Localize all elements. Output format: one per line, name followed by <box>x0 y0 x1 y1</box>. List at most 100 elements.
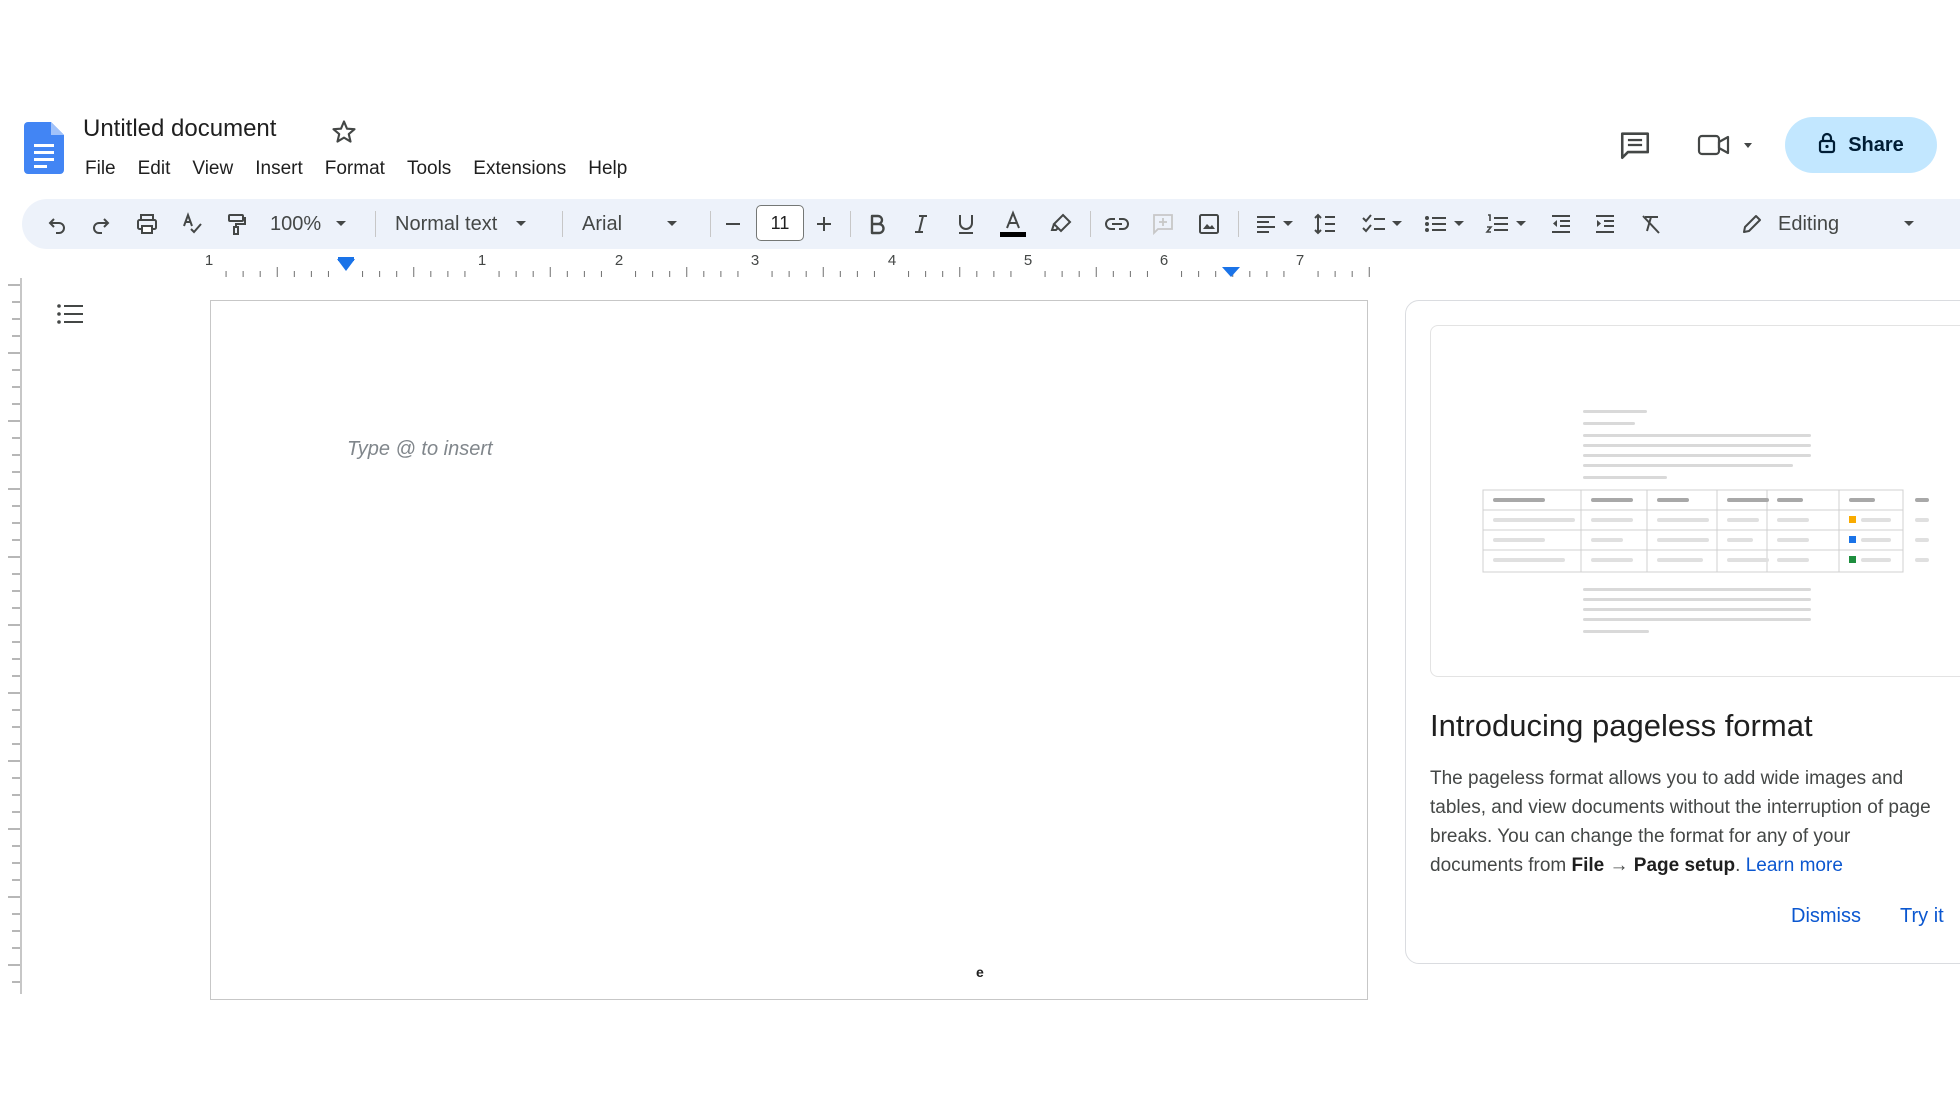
ruler-label: 5 <box>1024 252 1032 269</box>
promo-body-line: tables, and view documents without the i… <box>1430 797 1931 818</box>
undo-icon[interactable] <box>40 199 74 249</box>
text-color-icon[interactable] <box>996 199 1030 249</box>
align-left-icon <box>1257 216 1275 233</box>
toolbar-divider <box>710 211 711 237</box>
document-outline-icon[interactable] <box>56 302 84 326</box>
menu-file[interactable]: File <box>74 154 127 184</box>
chevron-down-icon <box>1903 220 1915 228</box>
right-indent-marker-icon[interactable] <box>1222 267 1240 277</box>
dismiss-button[interactable]: Dismiss <box>1791 905 1861 928</box>
try-it-button[interactable]: Try it <box>1900 905 1944 928</box>
horizontal-ruler[interactable]: 1 1 2 3 4 5 6 7 <box>0 249 1960 279</box>
toolbar-divider <box>375 211 376 237</box>
editing-mode-label: Editing <box>1778 212 1840 235</box>
ruler-label: 1 <box>205 252 213 269</box>
toolbar-divider <box>850 211 851 237</box>
promo-body-line: breaks. You can change the format for an… <box>1430 826 1851 847</box>
chevron-down-icon <box>515 220 527 228</box>
promo-arrow: → <box>1604 855 1634 876</box>
line-spacing-icon[interactable] <box>1308 199 1342 249</box>
zoom-value: 100% <box>270 212 322 235</box>
toolbar-divider <box>1238 211 1239 237</box>
print-icon[interactable] <box>130 199 164 249</box>
insert-image-icon[interactable] <box>1192 199 1226 249</box>
pageless-illustration-graphic <box>1482 410 1929 633</box>
star-icon[interactable] <box>330 118 358 146</box>
decrease-indent-icon[interactable] <box>1544 199 1578 249</box>
pageless-illustration <box>1430 325 1960 677</box>
menu-format[interactable]: Format <box>314 154 396 184</box>
chevron-down-icon <box>1392 221 1402 226</box>
promo-title: Introducing pageless format <box>1430 708 1813 743</box>
spellcheck-icon[interactable] <box>175 199 209 249</box>
menu-view[interactable]: View <box>181 154 244 184</box>
promo-body-line: The pageless format allows you to add wi… <box>1430 768 1904 789</box>
bulleted-list-icon <box>1425 216 1446 232</box>
comment-history-icon[interactable] <box>1618 128 1652 162</box>
promo-file-menu-ref: File <box>1571 855 1605 876</box>
toolbar-divider <box>562 211 563 237</box>
italic-icon[interactable] <box>904 199 938 249</box>
menu-edit[interactable]: Edit <box>127 154 182 184</box>
bulleted-list-select[interactable] <box>1418 199 1470 249</box>
chevron-down-icon <box>1516 221 1526 226</box>
learn-more-link[interactable]: Learn more <box>1746 855 1843 876</box>
menu-tools[interactable]: Tools <box>396 154 462 184</box>
ruler-label: 2 <box>615 252 623 269</box>
paragraph-style-select[interactable]: Normal text <box>395 199 545 249</box>
zoom-select[interactable]: 100% <box>270 199 360 249</box>
promo-page-setup-ref: Page setup <box>1633 855 1736 876</box>
vertical-ruler-ticks <box>8 284 20 983</box>
chevron-down-icon <box>335 220 347 228</box>
menu-bar: File Edit View Insert Format Tools Exten… <box>74 154 638 184</box>
ruler-ticks <box>225 267 1370 277</box>
docs-logo-icon[interactable] <box>24 122 64 174</box>
underline-icon[interactable] <box>949 199 983 249</box>
ruler-label: 7 <box>1296 252 1304 269</box>
align-select[interactable] <box>1248 199 1300 249</box>
ruler-border <box>20 278 22 994</box>
ruler-label: 3 <box>751 252 759 269</box>
chevron-down-icon <box>666 220 678 228</box>
document-page[interactable] <box>210 300 1368 1000</box>
increase-font-size-icon[interactable] <box>809 199 839 249</box>
redo-icon[interactable] <box>84 199 118 249</box>
document-stray-character: e <box>976 964 984 980</box>
share-button[interactable]: Share <box>1785 117 1937 173</box>
paint-format-icon[interactable] <box>220 199 254 249</box>
increase-indent-icon[interactable] <box>1588 199 1622 249</box>
pencil-icon <box>1740 212 1764 236</box>
ruler-label: 1 <box>478 252 486 269</box>
font-family-value: Arial <box>582 212 623 235</box>
ruler-label: 4 <box>888 252 896 269</box>
vertical-ruler <box>8 284 20 983</box>
lock-icon <box>1818 132 1836 159</box>
bold-icon[interactable] <box>860 199 894 249</box>
ruler-label: 6 <box>1160 252 1168 269</box>
promo-period: . <box>1735 855 1746 876</box>
editing-mode-select[interactable]: Editing <box>1740 199 1920 249</box>
menu-help[interactable]: Help <box>577 154 638 184</box>
document-placeholder[interactable]: Type @ to insert <box>347 438 493 461</box>
chevron-down-icon <box>1454 221 1464 226</box>
chevron-down-icon <box>1283 221 1293 226</box>
promo-body: The pageless format allows you to add wi… <box>1430 764 1960 880</box>
font-family-select[interactable]: Arial <box>582 199 692 249</box>
font-size-input[interactable]: 11 <box>756 205 804 241</box>
highlight-color-icon[interactable] <box>1044 199 1078 249</box>
clear-formatting-icon[interactable] <box>1634 199 1668 249</box>
first-line-indent-marker-icon[interactable] <box>338 257 354 261</box>
numbered-list-select[interactable] <box>1480 199 1532 249</box>
numbered-list-icon <box>1485 214 1508 233</box>
insert-link-icon[interactable] <box>1100 199 1134 249</box>
toolbar-divider <box>1090 211 1091 237</box>
document-title[interactable]: Untitled document <box>83 115 276 143</box>
meet-video-icon[interactable] <box>1696 130 1758 160</box>
menu-extensions[interactable]: Extensions <box>462 154 577 184</box>
decrease-font-size-icon[interactable] <box>718 199 748 249</box>
menu-insert[interactable]: Insert <box>244 154 314 184</box>
paragraph-style-value: Normal text <box>395 212 498 235</box>
add-comment-icon[interactable] <box>1146 199 1180 249</box>
checklist-select[interactable] <box>1356 199 1408 249</box>
checklist-icon <box>1362 214 1385 233</box>
